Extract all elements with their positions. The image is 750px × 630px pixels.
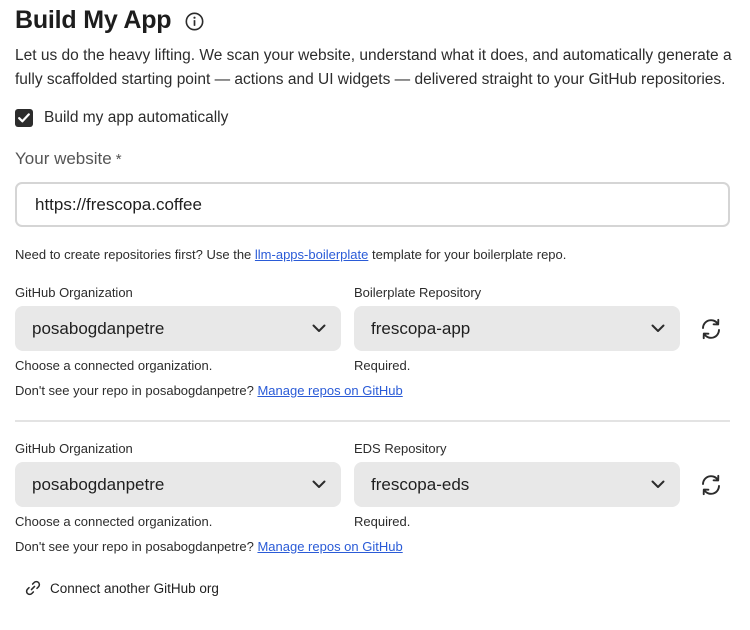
chevron-down-icon: [312, 324, 326, 333]
manage-repos-link[interactable]: Manage repos on GitHub: [257, 539, 402, 554]
link-icon: [24, 579, 42, 597]
chevron-down-icon: [312, 480, 326, 489]
auto-build-checkbox[interactable]: [15, 109, 33, 127]
repo-missing-text: Don't see your repo in posabogdanpetre?: [15, 539, 254, 554]
manage-repos-link[interactable]: Manage repos on GitHub: [257, 383, 402, 398]
hint-suffix: template for your boilerplate repo.: [371, 247, 567, 262]
boilerplate-repo-select[interactable]: frescopa-app: [354, 306, 680, 351]
hint-prefix: Need to create repositories first? Use t…: [15, 247, 252, 262]
boilerplate-repo-help: Required.: [354, 358, 411, 373]
connect-github-org-button[interactable]: Connect another GitHub org: [24, 579, 219, 597]
eds-repo-value: frescopa-eds: [371, 474, 470, 494]
chevron-down-icon: [651, 324, 665, 333]
auto-build-checkbox-row[interactable]: Build my app automatically: [15, 109, 228, 127]
github-org-help: Choose a connected organization.: [15, 514, 213, 529]
boilerplate-hint: Need to create repositories first? Use t…: [15, 247, 566, 262]
page-description: Let us do the heavy lifting. We scan you…: [15, 47, 732, 88]
github-org-select[interactable]: posabogdanpetre: [15, 306, 341, 351]
repo-missing-text: Don't see your repo in posabogdanpetre?: [15, 383, 254, 398]
section-divider: [15, 420, 730, 422]
github-org-label: GitHub Organization: [15, 441, 133, 456]
info-icon[interactable]: [185, 12, 204, 31]
github-org-label: GitHub Organization: [15, 285, 133, 300]
boilerplate-template-link[interactable]: llm-apps-boilerplate: [255, 247, 368, 262]
required-asterisk: *: [115, 151, 122, 168]
github-org-value: posabogdanpetre: [32, 318, 165, 338]
repo-missing-hint: Don't see your repo in posabogdanpetre? …: [15, 539, 403, 554]
auto-build-label: Build my app automatically: [44, 109, 229, 126]
connect-github-org-label: Connect another GitHub org: [50, 580, 219, 596]
eds-repo-select[interactable]: frescopa-eds: [354, 462, 680, 507]
github-org-select[interactable]: posabogdanpetre: [15, 462, 341, 507]
boilerplate-repo-value: frescopa-app: [371, 318, 471, 338]
chevron-down-icon: [651, 480, 665, 489]
page-title: Build My App: [15, 6, 172, 34]
refresh-icon[interactable]: [699, 317, 723, 341]
github-org-help: Choose a connected organization.: [15, 358, 213, 373]
eds-repo-help: Required.: [354, 514, 411, 529]
title-row: Build My App: [15, 6, 204, 35]
eds-repo-label: EDS Repository: [354, 441, 447, 456]
website-input[interactable]: [15, 182, 730, 227]
refresh-icon[interactable]: [699, 473, 723, 497]
website-field-label: Your website *: [15, 149, 122, 169]
website-label-text: Your website: [15, 149, 112, 168]
github-org-value: posabogdanpetre: [32, 474, 165, 494]
boilerplate-repo-label: Boilerplate Repository: [354, 285, 482, 300]
checkmark-icon: [18, 113, 30, 123]
repo-missing-hint: Don't see your repo in posabogdanpetre? …: [15, 383, 403, 398]
